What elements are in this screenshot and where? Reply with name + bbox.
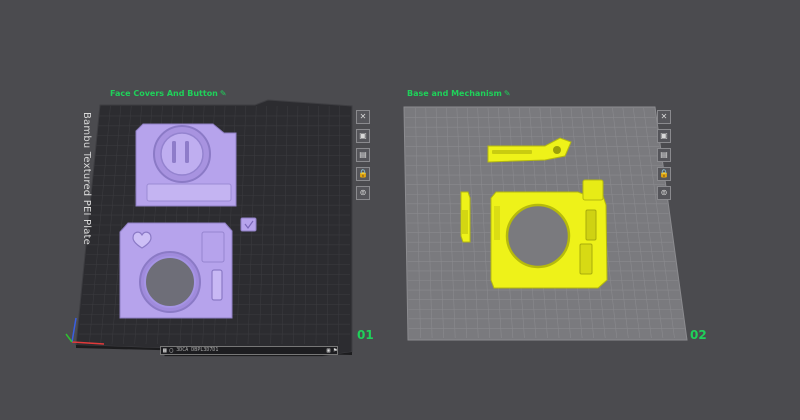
base-body[interactable] <box>490 179 608 289</box>
box-icon[interactable]: ▢ <box>170 346 174 355</box>
plate-2-name: Base and Mechanism <box>407 89 502 98</box>
plate-1-title[interactable]: Face Covers And Button ✎ <box>110 89 227 98</box>
plate-1-toolbar: ✕ ▣ ▤ 🔒 ⊚ <box>356 110 370 205</box>
face-cover-bottom[interactable] <box>119 222 233 319</box>
button-part[interactable] <box>240 217 257 232</box>
grid-icon[interactable]: ▦ <box>163 346 167 355</box>
plate-2-title[interactable]: Base and Mechanism ✎ <box>407 89 511 98</box>
pencil-icon[interactable]: ✎ <box>220 89 227 98</box>
arrange-icon[interactable]: ▣ <box>657 129 671 143</box>
3d-viewport[interactable] <box>0 0 800 420</box>
status-text: 3DCA DBPL3D7D1 <box>176 347 219 353</box>
settings-icon[interactable]: ⊚ <box>356 186 370 200</box>
plate-2-toolbar: ✕ ▣ ▤ 🔒 ⊚ <box>657 110 671 205</box>
orient-icon[interactable]: ▤ <box>356 148 370 162</box>
face-cover-top[interactable] <box>135 123 237 207</box>
orient-icon[interactable]: ▤ <box>657 148 671 162</box>
plate-1-number: 01 <box>357 328 374 342</box>
arrange-icon[interactable]: ▣ <box>356 129 370 143</box>
lock-icon[interactable]: 🔒 <box>657 167 671 181</box>
settings-icon[interactable]: ⊚ <box>657 186 671 200</box>
pencil-icon[interactable]: ✎ <box>504 89 511 98</box>
plate-status-bar: ▦ ▢ 3DCA DBPL3D7D1 ▣ ⚑ <box>160 346 338 355</box>
cube-icon[interactable]: ▣ <box>327 346 331 355</box>
lock-icon[interactable]: 🔒 <box>356 167 370 181</box>
close-icon[interactable]: ✕ <box>356 110 370 124</box>
plate-2-number: 02 <box>690 328 707 342</box>
flag-icon[interactable]: ⚑ <box>333 346 337 355</box>
plate-type-label: Bambu Textured PEI Plate <box>81 112 92 246</box>
small-latch[interactable] <box>460 191 471 243</box>
close-icon[interactable]: ✕ <box>657 110 671 124</box>
plate-1-name: Face Covers And Button <box>110 89 218 98</box>
